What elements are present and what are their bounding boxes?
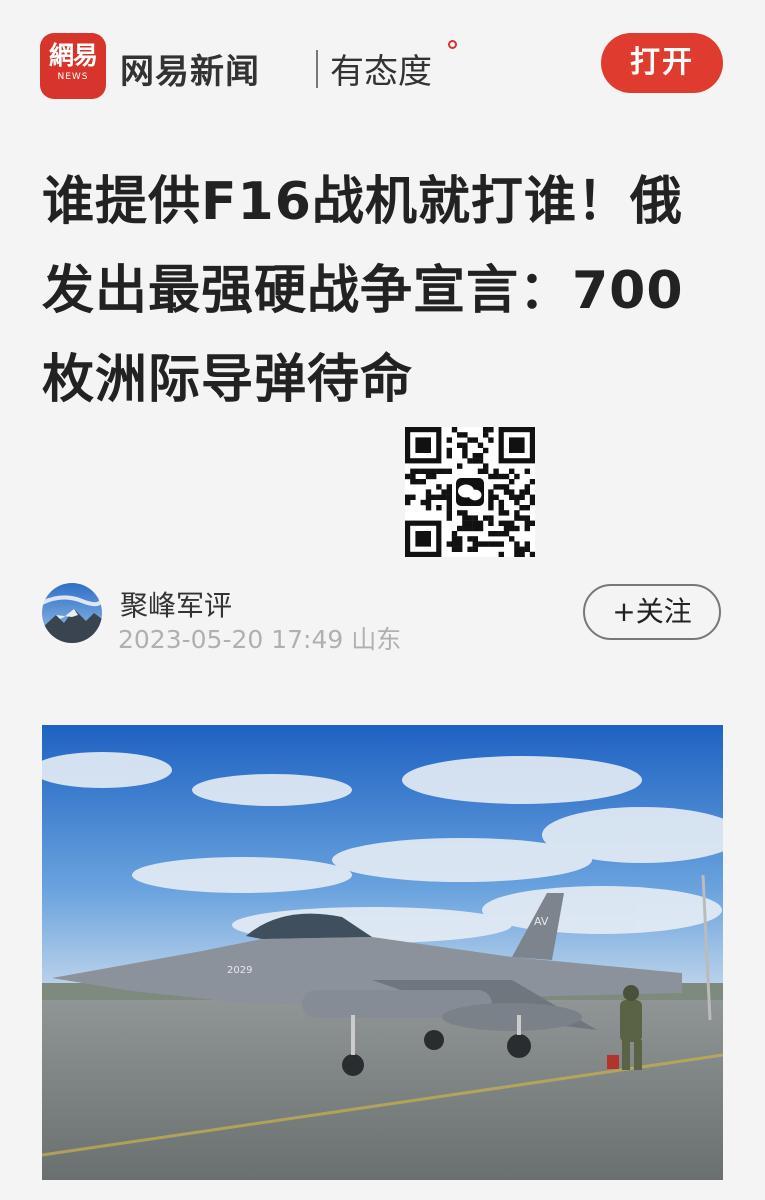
brand-name: 网易新闻: [120, 52, 260, 92]
aircraft-code: 2029: [227, 965, 252, 976]
logo-text: 網易: [48, 41, 98, 70]
logo-subtext: NEWS: [57, 72, 89, 82]
open-app-button[interactable]: 打开: [601, 33, 723, 93]
brand-slogan: 有态度: [330, 52, 432, 92]
author-name[interactable]: 聚峰军评: [120, 584, 232, 624]
publish-date: 2023-05-20 17:49: [118, 625, 344, 654]
slogan-registered-mark: [448, 40, 457, 49]
article-meta: 2023-05-20 17:49 山东: [118, 620, 401, 656]
article-title: 谁提供F16战机就打谁！俄发出最强硬战争宣言：700枚洲际导弹待命: [42, 172, 684, 410]
brand-divider: [316, 50, 318, 88]
app-header: 網易 NEWS 网易新闻 有态度 打开: [0, 0, 765, 130]
author-avatar[interactable]: [42, 583, 102, 643]
netease-news-logo[interactable]: 網易 NEWS: [40, 33, 106, 99]
publish-location: 山东: [351, 625, 402, 654]
qr-code-icon: [405, 427, 535, 557]
wechat-icon: [456, 478, 484, 506]
article-photo[interactable]: 2029 AV: [42, 725, 723, 1180]
tail-code: AV: [534, 915, 549, 928]
follow-button[interactable]: +关注: [583, 584, 721, 640]
